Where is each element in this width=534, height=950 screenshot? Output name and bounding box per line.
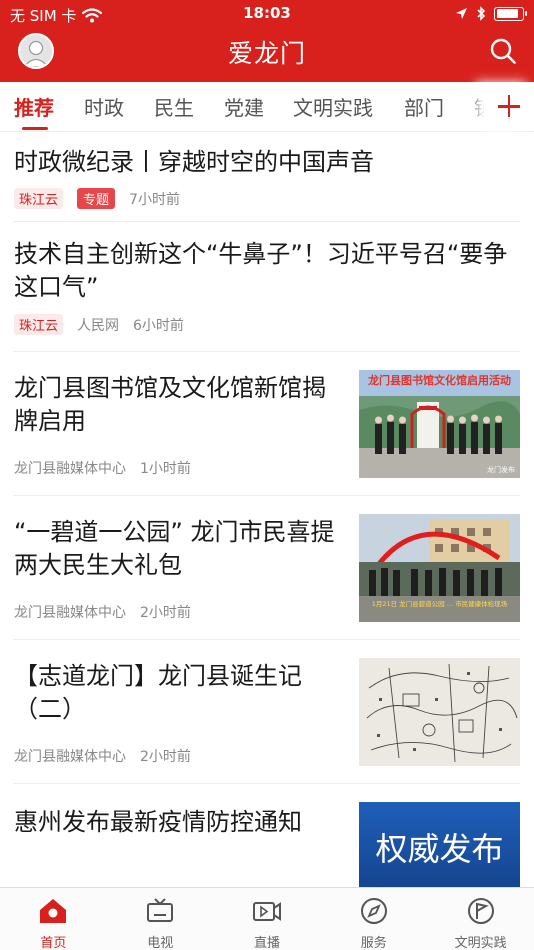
photo-watermark: 龙门发布 bbox=[487, 465, 515, 474]
tab-departments[interactable]: 部门 bbox=[404, 92, 444, 121]
tab-services-label: 服务 bbox=[360, 936, 387, 950]
clock: 18:03 bbox=[243, 4, 291, 22]
tab-live[interactable]: 直播 bbox=[214, 888, 321, 950]
news-title: 【志道龙门】龙门县诞生记（二） bbox=[14, 662, 302, 723]
add-channel-button[interactable] bbox=[484, 82, 534, 130]
page-title: 爱龙门 bbox=[227, 39, 306, 68]
library-ceremony-photo: 龙门县图书馆文化馆启用活动 龙门发布 bbox=[359, 370, 520, 478]
tab-home[interactable]: 首页 bbox=[0, 888, 107, 950]
source-tag: 珠江云 bbox=[14, 314, 64, 335]
news-item[interactable]: 【志道龙门】龙门县诞生记（二） 龙门县融媒体中心 2小时前 bbox=[0, 640, 534, 784]
compass-icon bbox=[360, 898, 387, 924]
news-thumbnail: 1月21日 龙门县碧道公园 … 市民健康体检现场 bbox=[359, 514, 520, 622]
bottom-tab-bar: 首页 电视 直播 服务 文明实践 bbox=[0, 887, 534, 950]
news-source: 人民网 bbox=[77, 317, 120, 334]
topic-badge: 专题 bbox=[77, 188, 116, 209]
tab-civilization[interactable]: 文明实践 bbox=[427, 888, 534, 950]
news-item[interactable]: 龙门县图书馆及文化馆新馆揭牌启用 龙门县融媒体中心 1小时前 龙门县图书馆文化馆… bbox=[0, 352, 534, 496]
news-thumbnail: 龙门县图书馆文化馆启用活动 龙门发布 bbox=[359, 370, 520, 478]
news-item[interactable]: 惠州发布最新疫情防控通知 权威发布 bbox=[0, 784, 534, 887]
news-title: 龙门县图书馆及文化馆新馆揭牌启用 bbox=[14, 374, 326, 435]
news-thumbnail bbox=[359, 658, 520, 766]
battery-icon bbox=[494, 6, 527, 21]
live-icon bbox=[252, 902, 281, 921]
tab-party-building[interactable]: 党建 bbox=[224, 92, 264, 121]
tab-tv-label: 电视 bbox=[147, 936, 174, 950]
tab-tv[interactable]: 电视 bbox=[107, 888, 214, 950]
news-title: “一碧道一公园” 龙门市民喜提两大民生大礼包 bbox=[14, 518, 335, 579]
news-time: 1小时前 bbox=[140, 461, 191, 477]
tab-live-label: 直播 bbox=[253, 936, 280, 950]
tab-recommend[interactable]: 推荐 bbox=[14, 92, 54, 121]
news-source: 龙门县融媒体中心 bbox=[14, 605, 126, 621]
tab-livelihood[interactable]: 民生 bbox=[154, 92, 194, 121]
tab-home-label: 首页 bbox=[40, 936, 67, 950]
tv-icon bbox=[147, 898, 174, 922]
tab-civilization-practice[interactable]: 文明实践 bbox=[293, 92, 373, 121]
news-thumbnail: 权威发布 bbox=[359, 802, 520, 887]
news-title: 技术自主创新这个“牛鼻子”！习近平号召“要争这口气” bbox=[14, 240, 508, 301]
authority-release-banner: 权威发布 bbox=[359, 802, 520, 887]
bluetooth-icon bbox=[477, 6, 486, 21]
status-bar: 无 SIM 卡 18:03 bbox=[0, 0, 534, 28]
news-source: 龙门县融媒体中心 bbox=[14, 461, 126, 477]
flag-icon bbox=[467, 898, 494, 924]
category-tabs: 推荐 时政 民生 党建 文明实践 部门 镇 bbox=[0, 82, 534, 132]
tab-civilization-label: 文明实践 bbox=[454, 936, 507, 950]
home-icon bbox=[40, 899, 67, 923]
news-time: 2小时前 bbox=[140, 605, 191, 621]
news-time: 2小时前 bbox=[140, 749, 191, 765]
app-header: 爱龙门 bbox=[0, 28, 534, 82]
news-title: 时政微纪录丨穿越时空的中国声音 bbox=[14, 148, 374, 176]
historical-map-image bbox=[359, 658, 520, 766]
photo-caption-text: 1月21日 龙门县碧道公园 … 市民健康体检现场 bbox=[372, 599, 508, 608]
news-time: 7小时前 bbox=[129, 191, 180, 208]
news-item[interactable]: “一碧道一公园” 龙门市民喜提两大民生大礼包 龙门县融媒体中心 2小时前 1月2… bbox=[0, 496, 534, 640]
news-feed: 时政微纪录丨穿越时空的中国声音 珠江云 专题 7小时前 技术自主创新这个“牛鼻子… bbox=[0, 132, 534, 887]
photo-banner-text: 龙门县图书馆文化馆启用活动 bbox=[367, 373, 511, 387]
source-tag: 珠江云 bbox=[14, 188, 64, 209]
news-item[interactable]: 技术自主创新这个“牛鼻子”！习近平号召“要争这口气” 珠江云 人民网 6小时前 bbox=[0, 222, 534, 352]
news-title: 惠州发布最新疫情防控通知 bbox=[14, 808, 302, 836]
tab-politics[interactable]: 时政 bbox=[84, 92, 124, 121]
park-ceremony-photo: 1月21日 龙门县碧道公园 … 市民健康体检现场 bbox=[359, 514, 520, 622]
news-source: 龙门县融媒体中心 bbox=[14, 749, 126, 765]
active-tab-indicator bbox=[22, 127, 48, 130]
tab-services[interactable]: 服务 bbox=[320, 888, 427, 950]
search-icon[interactable] bbox=[488, 36, 518, 66]
banner-text: 权威发布 bbox=[375, 830, 503, 868]
location-icon bbox=[456, 8, 467, 19]
news-item[interactable]: 时政微纪录丨穿越时空的中国声音 珠江云 专题 7小时前 bbox=[0, 132, 534, 222]
news-time: 6小时前 bbox=[133, 317, 184, 334]
